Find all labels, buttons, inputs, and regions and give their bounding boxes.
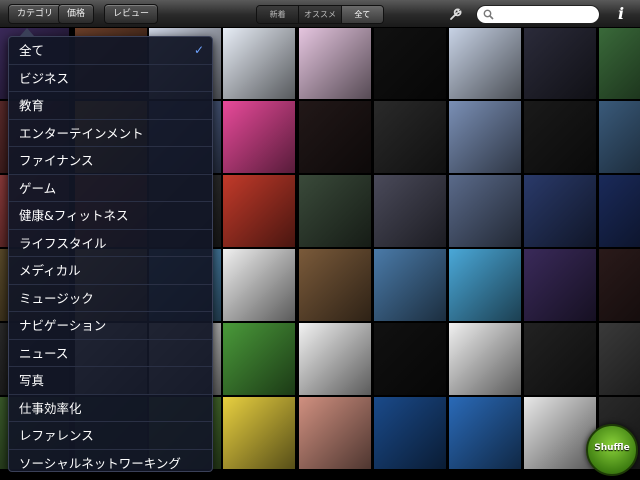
category-item[interactable]: 教育: [9, 92, 212, 120]
review-button[interactable]: レビュー: [104, 4, 159, 24]
category-item-label: 写真: [19, 373, 45, 388]
checkmark-icon: ✓: [193, 43, 204, 57]
category-item-label: ソーシャルネットワーキング: [19, 455, 181, 471]
category-item[interactable]: レファレンス: [9, 422, 212, 450]
category-item[interactable]: ライフスタイル: [9, 230, 212, 257]
category-item-label: 健康&フィットネス: [19, 208, 129, 223]
category-item-label: 全て: [19, 43, 45, 58]
category-item-label: ファイナンス: [19, 153, 94, 168]
category-item-label: ビジネス: [19, 70, 70, 86]
app-tile[interactable]: [523, 26, 597, 100]
app-tile[interactable]: [448, 322, 522, 396]
app-tile[interactable]: [298, 248, 372, 322]
category-item-label: ゲーム: [19, 180, 57, 196]
category-item[interactable]: ミュージック: [9, 285, 212, 312]
wrench-icon[interactable]: [448, 6, 464, 22]
app-tile[interactable]: [598, 174, 640, 248]
category-item-label: ライフスタイル: [19, 235, 107, 251]
app-tile[interactable]: [448, 100, 522, 174]
app-tile[interactable]: [222, 26, 296, 100]
category-item-label: 教育: [19, 98, 45, 113]
category-item[interactable]: メディカル: [9, 257, 212, 285]
category-item[interactable]: ファイナンス: [9, 147, 212, 175]
info-icon[interactable]: i: [612, 4, 630, 24]
category-item[interactable]: 健康&フィットネス: [9, 202, 212, 230]
search-icon: [483, 9, 494, 20]
app-tile[interactable]: [298, 26, 372, 100]
app-tile[interactable]: [373, 396, 447, 470]
app-tile[interactable]: [448, 26, 522, 100]
app-tile[interactable]: [222, 248, 296, 322]
app-tile[interactable]: [222, 174, 296, 248]
category-item-label: メディカル: [19, 263, 81, 278]
category-item[interactable]: 仕事効率化: [9, 395, 212, 422]
app-tile[interactable]: [523, 396, 597, 470]
category-item[interactable]: 写真: [9, 367, 212, 395]
category-item[interactable]: エンターテインメント: [9, 120, 212, 147]
category-item[interactable]: 全て ✓: [9, 37, 212, 65]
segment-recommended[interactable]: オススメ: [299, 6, 342, 23]
dropdown-arrow: [20, 28, 34, 36]
app-tile[interactable]: [222, 322, 296, 396]
app-tile[interactable]: [298, 322, 372, 396]
category-item-label: エンターテインメント: [19, 125, 144, 141]
category-item-label: ニュース: [19, 345, 69, 361]
app-tile[interactable]: [373, 100, 447, 174]
category-item-label: レファレンス: [19, 428, 94, 443]
app-tile[interactable]: [298, 100, 372, 174]
segment-new[interactable]: 新着: [257, 6, 300, 23]
app-tile[interactable]: [373, 174, 447, 248]
search-input[interactable]: [497, 8, 595, 22]
app-tile[interactable]: [222, 396, 296, 470]
app-tile[interactable]: [298, 396, 372, 470]
search-field[interactable]: [476, 5, 600, 24]
shuffle-label: Shuffle: [594, 443, 630, 453]
app-tile[interactable]: [598, 248, 640, 322]
category-button[interactable]: カテゴリ: [8, 4, 63, 24]
category-item[interactable]: ビジネス: [9, 65, 212, 92]
app-tile[interactable]: [598, 100, 640, 174]
shuffle-button[interactable]: Shuffle: [586, 424, 638, 476]
category-item-label: ミュージック: [19, 290, 94, 306]
category-item-label: ナビゲーション: [19, 318, 107, 333]
app-tile[interactable]: [598, 26, 640, 100]
segment-all[interactable]: 全て: [341, 6, 383, 23]
app-tile[interactable]: [373, 248, 447, 322]
app-tile[interactable]: [523, 100, 597, 174]
app-tile[interactable]: [523, 174, 597, 248]
category-item[interactable]: ニュース: [9, 340, 212, 367]
app-tile[interactable]: [598, 322, 640, 396]
category-dropdown: 全て ✓ ビジネス教育エンターテインメント ファイナンス ゲーム健康&フィットネス ライフ…: [8, 36, 213, 472]
app-tile[interactable]: [448, 174, 522, 248]
price-button[interactable]: 価格: [58, 4, 95, 24]
app-tile[interactable]: [373, 322, 447, 396]
app-tile[interactable]: [523, 248, 597, 322]
app-tile[interactable]: [448, 248, 522, 322]
category-item-label: 仕事効率化: [19, 400, 82, 416]
category-item[interactable]: ナビゲーション: [9, 312, 212, 340]
app-tile[interactable]: [222, 100, 296, 174]
category-item[interactable]: ゲーム: [9, 175, 212, 202]
category-item[interactable]: ソーシャルネットワーキング: [9, 450, 212, 472]
filter-segmented-control: 新着 オススメ 全て: [256, 5, 384, 24]
top-toolbar: カテゴリ 価格 レビュー 新着 オススメ 全て i: [0, 0, 640, 28]
app-tile[interactable]: [523, 322, 597, 396]
app-tile[interactable]: [298, 174, 372, 248]
app-tile[interactable]: [373, 26, 447, 100]
app-tile[interactable]: [448, 396, 522, 470]
